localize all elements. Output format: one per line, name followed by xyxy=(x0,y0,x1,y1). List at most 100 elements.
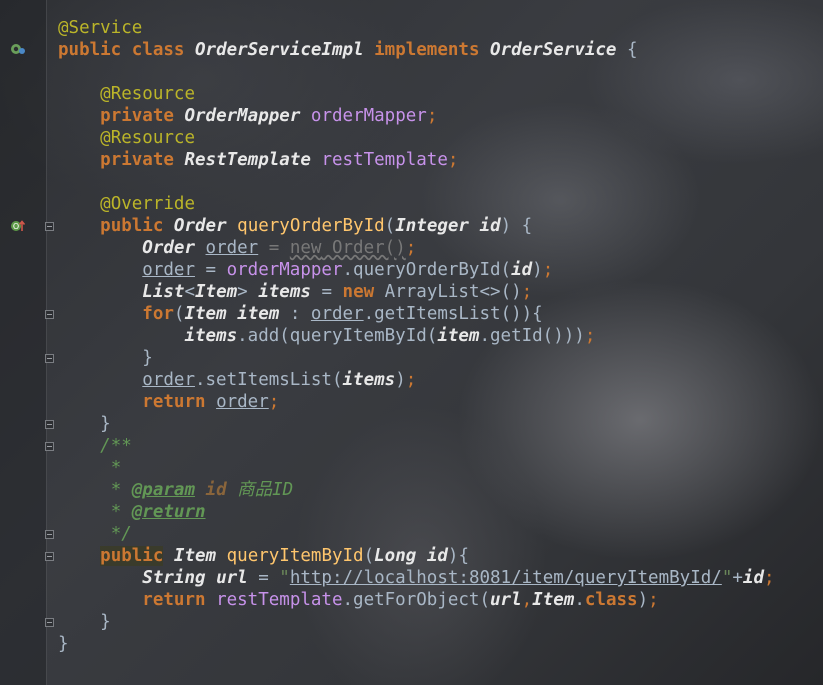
gutter-divider xyxy=(46,0,47,685)
code-token: .setItemsList( xyxy=(194,370,343,390)
fold-marker[interactable] xyxy=(45,618,54,627)
override-method-icon[interactable]: O xyxy=(10,218,26,232)
code-line[interactable]: @Resource xyxy=(58,127,775,149)
code-token: ( xyxy=(384,216,396,236)
fold-marker[interactable] xyxy=(45,552,54,561)
code-line[interactable]: @Override xyxy=(58,193,775,215)
code-line[interactable]: } xyxy=(58,413,775,435)
code-token: RestTemplate xyxy=(184,150,311,170)
code-token: @Resource xyxy=(100,128,195,148)
code-token: { xyxy=(616,40,638,60)
code-token: for xyxy=(142,304,174,324)
code-token: Order xyxy=(142,238,195,258)
code-token: * xyxy=(110,480,132,500)
code-token: restTemplate xyxy=(216,590,343,610)
fold-marker[interactable] xyxy=(45,354,54,363)
code-line[interactable] xyxy=(58,61,775,83)
code-line[interactable]: /** xyxy=(58,435,775,457)
code-token: .getItemsList()){ xyxy=(363,304,543,324)
code-token: < xyxy=(184,282,195,302)
fold-marker[interactable] xyxy=(45,420,54,429)
code-line[interactable]: Order order = new Order(); xyxy=(58,237,775,259)
code-token: order xyxy=(205,238,259,258)
code-token: order xyxy=(216,392,269,412)
code-line[interactable]: @Service xyxy=(58,17,775,39)
code-token: new xyxy=(342,282,375,302)
code-token: id xyxy=(479,216,501,236)
code-line[interactable] xyxy=(58,171,775,193)
code-token: ; xyxy=(763,568,775,588)
code-line[interactable]: public Order queryOrderById(Integer id) … xyxy=(58,215,775,237)
code-line[interactable]: * @return xyxy=(58,501,775,523)
code-token: Long xyxy=(374,546,417,566)
code-line[interactable]: List<Item> items = new ArrayList<>(); xyxy=(58,281,775,303)
code-line[interactable]: String url = "http://localhost:8081/item… xyxy=(58,567,775,589)
code-token: url xyxy=(216,568,248,588)
code-token: * xyxy=(110,502,132,522)
code-token: = xyxy=(258,238,290,258)
code-line[interactable]: @Resource xyxy=(58,83,775,105)
code-line[interactable]: private RestTemplate restTemplate; xyxy=(58,149,775,171)
code-token: items xyxy=(258,282,311,302)
code-token: * xyxy=(110,458,122,478)
code-line[interactable]: order = orderMapper.queryOrderById(id); xyxy=(58,259,775,281)
code-token: orderMapper xyxy=(226,260,343,280)
code-line[interactable]: items.add(queryItemById(item.getId())); xyxy=(58,325,775,347)
code-token: new xyxy=(289,238,322,258)
svg-text:O: O xyxy=(13,222,19,231)
code-token: String xyxy=(142,568,206,588)
code-token: order xyxy=(142,260,195,280)
code-line[interactable]: return order; xyxy=(58,391,775,413)
code-token: ; xyxy=(584,326,596,346)
code-token: order xyxy=(310,304,364,324)
code-line[interactable]: public Item queryItemById(Long id){ xyxy=(58,545,775,567)
fold-marker[interactable] xyxy=(45,442,54,451)
code-line[interactable]: for(Item item : order.getItemsList()){ xyxy=(58,303,775,325)
code-editor[interactable]: @Service public class OrderServiceImpl im… xyxy=(58,17,775,655)
fold-marker[interactable] xyxy=(45,310,54,319)
code-line[interactable]: } xyxy=(58,633,775,655)
fold-marker[interactable] xyxy=(45,530,54,539)
code-token: = xyxy=(194,260,227,280)
code-line[interactable]: } xyxy=(58,611,775,633)
fold-marker[interactable] xyxy=(45,222,54,231)
code-token: ; xyxy=(648,590,659,610)
editor-gutter[interactable] xyxy=(0,0,46,685)
code-line[interactable]: private OrderMapper orderMapper; xyxy=(58,105,775,127)
code-token: ; xyxy=(405,370,417,390)
code-token: + xyxy=(732,568,743,588)
code-token: , xyxy=(521,590,533,610)
code-token: implements xyxy=(374,40,480,60)
code-token: @Service xyxy=(58,18,143,38)
code-token: ( xyxy=(173,304,185,324)
code-token: > xyxy=(237,282,259,302)
code-token: } xyxy=(58,348,153,368)
code-line[interactable]: */ xyxy=(58,523,775,545)
code-line[interactable]: public class OrderServiceImpl implements… xyxy=(58,39,775,61)
code-token: .getId())) xyxy=(479,326,585,346)
code-line[interactable]: } xyxy=(58,347,775,369)
code-line[interactable]: * @param id 商品ID xyxy=(58,479,775,501)
code-line[interactable]: return restTemplate.getForObject(url,Ite… xyxy=(58,589,775,611)
spring-bean-icon[interactable] xyxy=(10,41,26,55)
code-line[interactable]: * xyxy=(58,457,775,479)
code-line[interactable]: order.setItemsList(items); xyxy=(58,369,775,391)
code-token: id xyxy=(426,546,448,566)
code-token: orderMapper xyxy=(310,106,427,126)
